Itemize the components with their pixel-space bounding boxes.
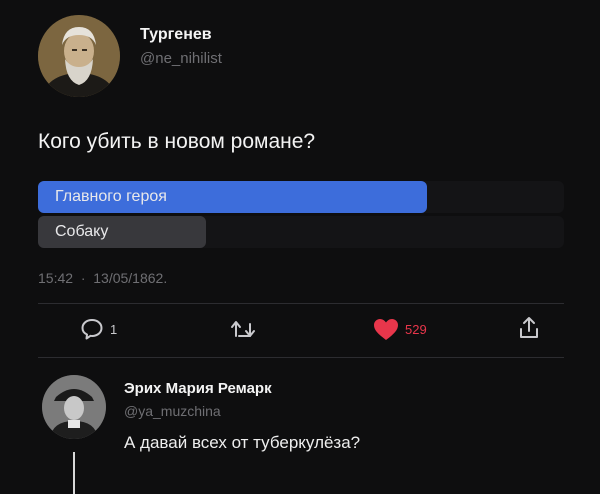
reply-author-handle[interactable]: @ya_muzchina xyxy=(124,403,221,419)
retweet-icon xyxy=(231,321,255,337)
share-icon xyxy=(520,317,538,338)
divider xyxy=(38,357,564,358)
author-name[interactable]: Тургенев xyxy=(140,26,212,44)
reply-button[interactable]: 1 xyxy=(80,318,117,340)
reply-text: А давай всех от туберкулёза? xyxy=(124,433,361,452)
reply-author-name[interactable]: Эрих Мария Ремарк xyxy=(124,380,272,397)
poll-option-1[interactable]: Главного героя xyxy=(38,181,564,213)
author-handle[interactable]: @ne_nihilist xyxy=(140,50,222,67)
like-button[interactable]: 529 xyxy=(373,318,427,341)
retweet-button[interactable] xyxy=(229,318,257,340)
poll-option-2-label: Собаку xyxy=(55,223,109,240)
thread-line xyxy=(73,452,75,494)
author-portrait xyxy=(38,15,120,97)
divider xyxy=(38,303,564,304)
heart-icon xyxy=(374,319,398,340)
share-button[interactable] xyxy=(518,316,540,340)
reply-count: 1 xyxy=(110,321,118,337)
author-avatar[interactable] xyxy=(38,15,120,97)
poll-option-1-label: Главного героя xyxy=(55,188,167,205)
like-count: 529 xyxy=(405,322,427,337)
post-timestamp[interactable]: 15:42 · 13/05/1862. xyxy=(38,270,167,286)
reply-icon xyxy=(81,319,103,340)
poll-option-2[interactable]: Собаку xyxy=(38,216,564,248)
post-text: Кого убить в новом романе? xyxy=(38,130,316,153)
reply-author-avatar[interactable] xyxy=(42,375,106,439)
reply-author-portrait xyxy=(42,375,106,439)
